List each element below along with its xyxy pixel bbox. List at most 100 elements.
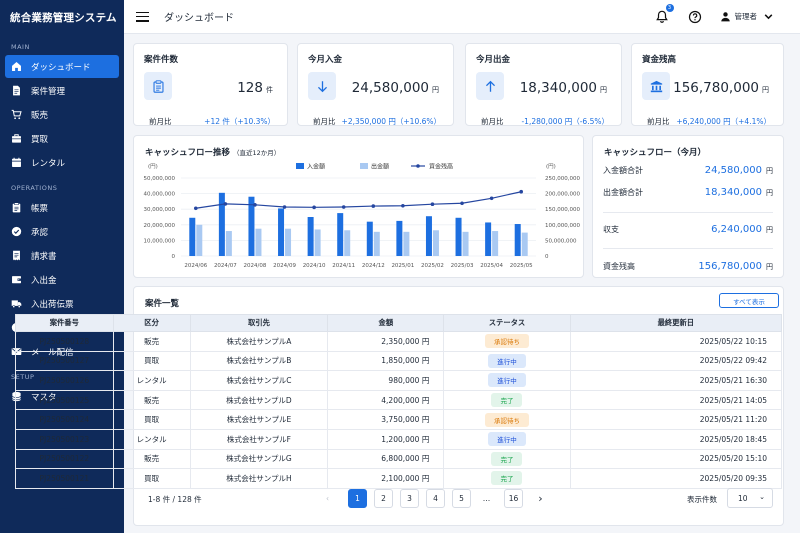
sidebar-item-calendar[interactable]: レンタル xyxy=(5,151,119,174)
page-button[interactable]: 2 xyxy=(374,489,393,508)
sidebar-item-label: 帳票 xyxy=(31,203,49,214)
balance-point xyxy=(519,189,524,194)
bar-income xyxy=(485,222,492,256)
kpi-change: +2,350,000 円（+10.6%） xyxy=(341,117,441,126)
column-header[interactable]: 最終更新日 xyxy=(569,314,783,332)
status-badge: 進行中 xyxy=(488,373,526,388)
case-id: PJ250500122 xyxy=(15,448,114,470)
case-amount: 6,800,000 円 xyxy=(327,448,445,470)
table-row[interactable]: PJ250500126 レンタル 株式会社サンプルC 980,000 円 進行中 2025… xyxy=(15,370,783,391)
sidebar-section-label: MAIN xyxy=(11,43,30,51)
y2-tick-label: 100,000,000 xyxy=(545,223,580,229)
column-header[interactable]: 区分 xyxy=(112,314,191,332)
page-button[interactable]: 5 xyxy=(452,489,471,508)
kpi-prev-label: 前月比 xyxy=(149,117,172,126)
kpi-card: 今月入金 24,580,000 円前月比 +2,350,000 円（+10.6%） xyxy=(297,43,454,126)
table-row[interactable]: PJ250500127 買取 株式会社サンプルB 1,850,000 円 進行中 2025… xyxy=(15,350,783,372)
case-amount: 2,100,000 円 xyxy=(327,468,445,489)
case-type: 買取 xyxy=(112,468,191,489)
page-size-value: 10 xyxy=(738,493,748,503)
kpi-value: 156,780,000 円 xyxy=(673,80,769,96)
column-header[interactable]: 取引先 xyxy=(189,314,329,332)
table-row[interactable]: PJ250500128 販売 株式会社サンプルA 2,350,000 円 承認待ち 202… xyxy=(15,331,783,352)
sidebar-item-cart[interactable]: 販売 xyxy=(5,103,119,126)
case-amount: 1,200,000 円 xyxy=(327,428,445,450)
notification-bell-icon[interactable]: 3 xyxy=(655,3,674,24)
page-size-label: 表示件数 xyxy=(687,495,717,504)
sidebar-item-briefcase[interactable]: 買取 xyxy=(5,127,119,150)
case-amount: 2,350,000 円 xyxy=(327,331,445,352)
sidebar-item-clipboard[interactable]: 帳票 xyxy=(5,196,119,219)
bar-expense xyxy=(314,229,321,256)
kpi-number: 128 xyxy=(237,80,263,96)
cashflow-row: 入金額合計 24,580,000 円 xyxy=(603,165,773,176)
topbar: ダッシュボード 3 管理者 xyxy=(124,0,800,34)
sidebar-item-document[interactable]: 案件管理 xyxy=(5,79,119,102)
prev-page-button[interactable]: ‹ xyxy=(318,489,337,508)
kpi-card: 資金残高 156,780,000 円前月比 +6,240,000 円（+4.1%） xyxy=(631,43,784,126)
clipboard-icon xyxy=(153,79,163,93)
y-tick-label: 50,000,000 xyxy=(144,176,176,182)
sidebar-item-truck[interactable]: 入出荷伝票 xyxy=(5,292,119,315)
y-tick-label: 30,000,000 xyxy=(144,207,176,213)
bar-expense xyxy=(432,230,439,256)
sidebar-item-check-circle[interactable]: 承認 xyxy=(5,220,119,243)
sidebar-item-home[interactable]: ダッシュボード xyxy=(5,55,119,78)
user-menu[interactable]: 管理者 xyxy=(720,11,779,22)
page-button[interactable]: 4 xyxy=(426,489,445,508)
case-type: レンタル xyxy=(112,370,191,391)
sidebar-item-wallet[interactable]: 入出金 xyxy=(5,268,119,291)
sidebar-item-label: 案件管理 xyxy=(31,86,66,97)
notification-badge: 3 xyxy=(665,3,674,12)
x-tick-label: 2025/02 xyxy=(421,263,444,269)
case-client: 株式会社サンプルB xyxy=(189,350,329,372)
legend-label: 資金残高 xyxy=(429,163,453,171)
case-client: 株式会社サンプルD xyxy=(189,389,329,411)
status-badge: 進行中 xyxy=(488,353,526,368)
kpi-unit: 円 xyxy=(600,86,607,94)
case-status-cell: 完了 xyxy=(443,448,571,470)
kpi-icon-box xyxy=(642,72,670,100)
kpi-icon-box xyxy=(476,72,504,100)
show-all-button[interactable]: すべて表示 xyxy=(719,293,779,308)
table-row[interactable]: PJ250500125 販売 株式会社サンプルD 4,200,000 円 完了 2025/… xyxy=(15,389,783,411)
column-header[interactable]: 案件番号 xyxy=(15,314,114,332)
page-size-select[interactable]: 10 ⌄ xyxy=(727,488,773,508)
help-icon[interactable] xyxy=(688,10,702,24)
status-badge: 完了 xyxy=(491,471,523,486)
sidebar-item-label: 買取 xyxy=(31,134,49,145)
column-header[interactable]: ステータス xyxy=(443,314,571,332)
kpi-icon-box xyxy=(308,72,336,100)
legend-label: 入金額 xyxy=(307,163,325,171)
table-row[interactable]: PJ250500124 買取 株式会社サンプルE 3,750,000 円 承認待ち 202… xyxy=(15,409,783,430)
table-row[interactable]: PJ250500122 販売 株式会社サンプルG 6,800,000 円 完了 2025/… xyxy=(15,448,783,470)
sidebar-item-label: 請求書 xyxy=(31,251,57,262)
page-button[interactable]: 1 xyxy=(348,489,367,508)
bar-expense xyxy=(521,232,528,256)
cashflow-row: 出金額合計 18,340,000 円 xyxy=(603,187,773,198)
column-header[interactable]: 金額 xyxy=(327,314,445,332)
case-status-cell: 承認待ち xyxy=(443,331,571,352)
kpi-change: +12 件（+10.3%） xyxy=(204,117,275,126)
sidebar-item-invoice[interactable]: 請求書 xyxy=(5,244,119,267)
truck-icon xyxy=(11,300,22,308)
menu-icon[interactable] xyxy=(136,11,149,22)
kpi-title: 案件件数 xyxy=(144,55,179,65)
case-table: 案件番号 区分 取引先 金額 ステータス 最終更新日 PJ250500128 販売 株式会社サ… xyxy=(15,314,783,489)
page-button[interactable]: 16 xyxy=(504,489,523,508)
kpi-title: 資金残高 xyxy=(642,55,677,65)
x-tick-label: 2025/05 xyxy=(510,263,533,269)
bar-expense xyxy=(285,228,292,256)
kpi-change: +6,240,000 円（+4.1%） xyxy=(676,117,771,126)
page-button[interactable]: 3 xyxy=(400,489,419,508)
table-row[interactable]: PJ250500123 レンタル 株式会社サンプルF 1,200,000 円 進行中 20… xyxy=(15,428,783,450)
table-row[interactable]: PJ250500121 買取 株式会社サンプルH 2,100,000 円 完了 2025/… xyxy=(15,468,783,489)
bar-expense xyxy=(492,231,499,256)
app-title: 統合業務管理システム xyxy=(10,11,117,24)
cashflow-row-unit: 円 xyxy=(766,188,773,197)
next-page-button[interactable]: › xyxy=(531,489,550,508)
case-id: PJ250500127 xyxy=(15,350,114,372)
wallet-icon xyxy=(12,276,21,284)
cashflow-row-value: 6,240,000 xyxy=(711,224,762,235)
sidebar-item-label: 承認 xyxy=(31,227,49,238)
